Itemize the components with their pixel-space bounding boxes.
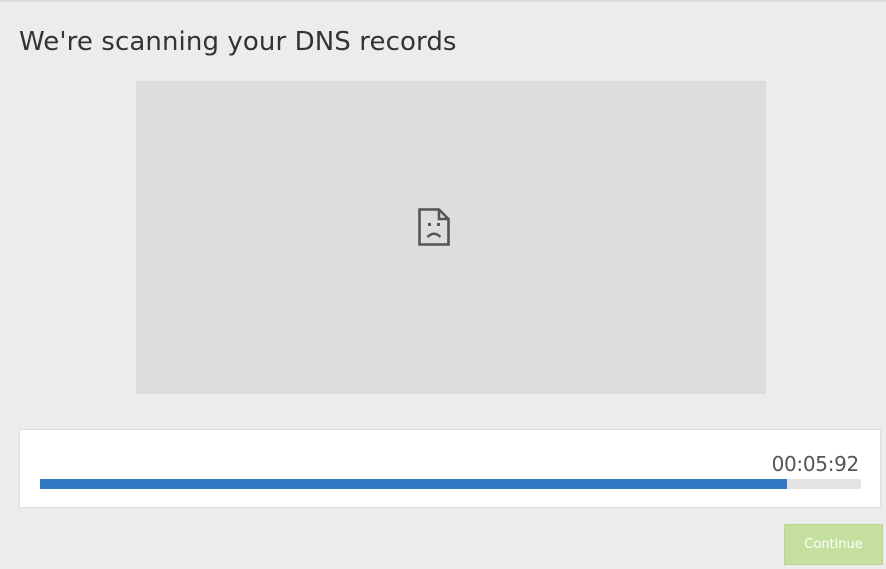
- media-placeholder: [136, 81, 766, 394]
- progress-bar: [40, 479, 861, 489]
- page-title: We're scanning your DNS records: [19, 27, 457, 57]
- progress-panel: 00:05:92: [19, 429, 881, 508]
- elapsed-timer: 00:05:92: [771, 452, 860, 476]
- progress-bar-fill: [40, 479, 788, 489]
- broken-document-icon: [418, 208, 450, 246]
- top-divider: [0, 0, 886, 2]
- continue-button[interactable]: Continue: [784, 524, 883, 565]
